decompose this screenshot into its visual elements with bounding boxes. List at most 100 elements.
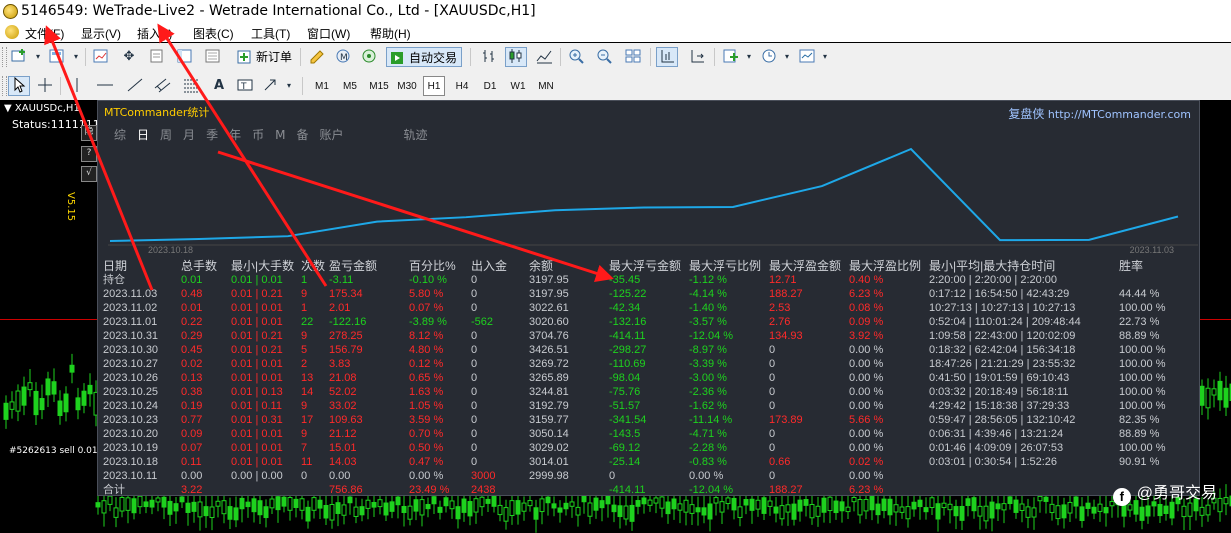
crosshair-tool-icon[interactable] xyxy=(34,76,56,96)
menu-help[interactable]: 帮助(H) xyxy=(370,25,411,42)
chevron-down-icon[interactable]: ▾ xyxy=(743,47,755,67)
tab-summary[interactable]: 综 xyxy=(114,128,126,142)
column-header[interactable]: 余额 xyxy=(529,259,609,273)
indicators-icon[interactable] xyxy=(720,47,742,67)
tab-magic[interactable]: M xyxy=(275,128,285,142)
column-header[interactable]: 日期 xyxy=(103,259,181,273)
toolbar-grip[interactable] xyxy=(2,47,7,67)
line-chart-icon[interactable] xyxy=(533,47,555,67)
chevron-down-icon[interactable]: ▾ xyxy=(70,47,82,67)
column-header[interactable]: 最大浮亏比例 xyxy=(689,259,769,273)
chevron-down-icon[interactable]: ▾ xyxy=(32,47,44,67)
table-row[interactable]: 2023.11.01 0.22 0.01 | 0.01 22 -122.16 -3.89 … xyxy=(103,315,1179,329)
toolbar-grip[interactable] xyxy=(2,76,7,96)
total-row[interactable]: 合计 3.22 756.86 23.49 % 2438 -414.11 -12.04 % 18… xyxy=(103,483,1179,497)
table-row[interactable]: 2023.10.11 0.00 0.00 | 0.00 0 0.00 0.00 % 3000… xyxy=(103,469,1179,483)
confirm-button[interactable]: √ xyxy=(81,166,97,182)
menu-insert[interactable]: 插入(I) xyxy=(137,25,172,42)
periods-icon[interactable] xyxy=(758,47,780,67)
menu-file[interactable]: 文件(F) xyxy=(25,25,64,42)
bar-chart-icon[interactable] xyxy=(478,47,500,67)
timeframe-m5[interactable]: M5 xyxy=(339,76,361,96)
table-row[interactable]: 2023.11.02 0.01 0.01 | 0.01 1 2.01 0.07 % 0 302… xyxy=(103,301,1179,315)
column-header[interactable]: 最大浮盈比例 xyxy=(849,259,929,273)
timeframe-w1[interactable]: W1 xyxy=(507,76,529,96)
zoom-out-icon[interactable] xyxy=(594,47,616,67)
tab-yearly[interactable]: 年 xyxy=(229,128,241,142)
menu-window[interactable]: 窗口(W) xyxy=(307,25,350,42)
menu-tools[interactable]: 工具(T) xyxy=(251,25,290,42)
table-row[interactable]: 2023.10.26 0.13 0.01 | 0.01 13 21.08 0.65 % 0 3… xyxy=(103,371,1179,385)
chevron-down-icon[interactable]: ▾ xyxy=(283,76,295,96)
strategy-tester-icon[interactable] xyxy=(202,47,224,67)
table-row[interactable]: 2023.10.18 0.11 0.01 | 0.01 11 14.03 0.47 % 0 3… xyxy=(103,455,1179,469)
tab-track[interactable]: 轨迹 xyxy=(404,128,428,142)
tab-notes[interactable]: 备 xyxy=(296,128,308,142)
vertical-line-icon[interactable] xyxy=(66,76,88,96)
column-header[interactable]: 总手数 xyxy=(181,259,231,273)
chart-shift-icon[interactable] xyxy=(656,47,678,67)
hide-button[interactable]: 隐 xyxy=(81,125,97,141)
candlestick-chart-icon[interactable] xyxy=(505,47,527,67)
table-row[interactable]: 2023.10.27 0.02 0.01 | 0.01 2 3.83 0.12 % 0 326… xyxy=(103,357,1179,371)
tab-weekly[interactable]: 周 xyxy=(160,128,172,142)
table-row[interactable]: 2023.10.30 0.45 0.01 | 0.21 5 156.79 4.80 % 0 3… xyxy=(103,343,1179,357)
column-header[interactable]: 最小|大手数 xyxy=(231,259,301,273)
terminal-icon[interactable] xyxy=(174,47,196,67)
crosshair-icon[interactable]: ✥ xyxy=(118,47,140,67)
navigator-icon[interactable] xyxy=(146,47,168,67)
column-header[interactable]: 百分比% xyxy=(409,259,471,273)
tab-currency[interactable]: 币 xyxy=(252,128,264,142)
timeframe-m15[interactable]: M15 xyxy=(367,76,391,96)
column-header[interactable]: 盈亏金额 xyxy=(329,259,409,273)
tab-account[interactable]: 账户 xyxy=(319,128,343,142)
column-header[interactable]: 次数 xyxy=(301,259,329,273)
tab-monthly[interactable]: 月 xyxy=(183,128,195,142)
column-header[interactable]: 最大浮盈金额 xyxy=(769,259,849,273)
cursor-icon[interactable] xyxy=(8,76,30,96)
panel-brand-link[interactable]: 复盘侠 http://MTCommander.com xyxy=(1008,105,1191,122)
templates-icon[interactable] xyxy=(796,47,818,67)
text-tool-icon[interactable]: A xyxy=(208,76,230,96)
chevron-down-icon[interactable]: ▾ xyxy=(781,47,793,67)
text-label-icon[interactable]: T xyxy=(234,76,256,96)
price-chart[interactable]: ▼ XAUUSDc,H1 Status:1111111 #5262613 sel… xyxy=(0,100,1231,533)
open-positions-row[interactable]: 持仓 0.01 0.01 | 0.01 1 -3.11 -0.10 % 0 3197.95 -3… xyxy=(103,273,1179,287)
timeframe-h4[interactable]: H4 xyxy=(451,76,473,96)
table-row[interactable]: 2023.10.20 0.09 0.01 | 0.01 9 21.12 0.70 % 0 30… xyxy=(103,427,1179,441)
table-row[interactable]: 2023.10.19 0.07 0.01 | 0.01 7 15.01 0.50 % 0 30… xyxy=(103,441,1179,455)
new-chart-icon[interactable] xyxy=(8,47,30,67)
fibonacci-icon[interactable] xyxy=(180,76,202,96)
tab-quarterly[interactable]: 季 xyxy=(206,128,218,142)
help-button[interactable]: ? xyxy=(81,146,97,162)
column-header[interactable]: 最大浮亏金额 xyxy=(609,259,689,273)
timeframe-h1[interactable]: H1 xyxy=(423,76,445,96)
arrow-tool-icon[interactable] xyxy=(260,76,282,96)
table-row[interactable]: 2023.10.31 0.29 0.01 | 0.21 9 278.25 8.12 % 0 3… xyxy=(103,329,1179,343)
timeframe-mn[interactable]: MN xyxy=(535,76,557,96)
table-row[interactable]: 2023.10.23 0.77 0.01 | 0.31 17 109.63 3.59 % 0… xyxy=(103,413,1179,427)
auto-scroll-icon[interactable] xyxy=(686,47,708,67)
community-icon[interactable]: M xyxy=(332,47,354,67)
tile-windows-icon[interactable] xyxy=(622,47,644,67)
column-header[interactable]: 胜率 xyxy=(1119,259,1179,273)
menu-view[interactable]: 显示(V) xyxy=(81,25,121,42)
profiles-icon[interactable] xyxy=(46,47,68,67)
column-header[interactable]: 出入金 xyxy=(471,259,529,273)
table-row[interactable]: 2023.11.03 0.48 0.01 | 0.21 9 175.34 5.80 % 0 3… xyxy=(103,287,1179,301)
meta-editor-icon[interactable] xyxy=(306,47,328,67)
tab-daily[interactable]: 日 xyxy=(137,128,149,142)
timeframe-d1[interactable]: D1 xyxy=(479,76,501,96)
trendline-icon[interactable] xyxy=(124,76,146,96)
market-watch-icon[interactable] xyxy=(90,47,112,67)
timeframe-m30[interactable]: M30 xyxy=(395,76,419,96)
table-row[interactable]: 2023.10.24 0.19 0.01 | 0.11 9 33.02 1.05 % 0 31… xyxy=(103,399,1179,413)
table-row[interactable]: 2023.10.25 0.38 0.01 | 0.13 14 52.02 1.63 % 0 3… xyxy=(103,385,1179,399)
zoom-in-icon[interactable] xyxy=(566,47,588,67)
new-order-button[interactable]: 新订单 xyxy=(234,47,296,67)
document-icon[interactable] xyxy=(5,25,19,39)
column-header[interactable]: 最小|平均|最大持仓时间 xyxy=(929,259,1119,273)
menu-charts[interactable]: 图表(C) xyxy=(193,25,234,42)
horizontal-line-icon[interactable] xyxy=(94,76,116,96)
auto-trading-button[interactable]: 自动交易 xyxy=(386,47,463,67)
